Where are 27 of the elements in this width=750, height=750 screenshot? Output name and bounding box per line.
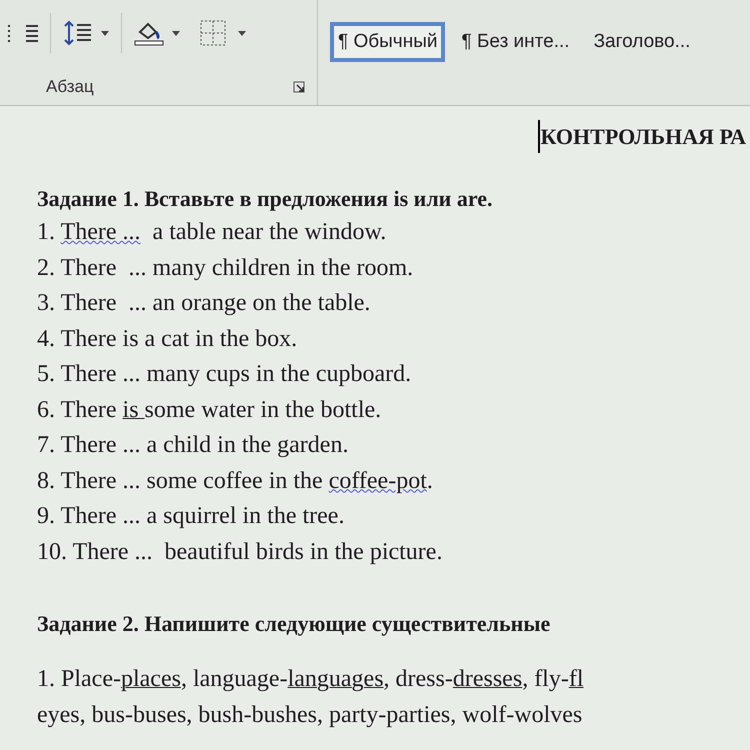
style-gallery-item[interactable]: ¶ Обычный [330,22,446,62]
caret-icon[interactable] [172,30,180,36]
exercise-line: 1. Place-places, language-languages, dress-dresses, fly-fl [37,665,585,694]
group-label: Абзац [46,76,94,98]
exercise-line: eyes, bus-buses, bush-bushes, party-parties, wolf-wolves [37,700,584,730]
exercise-line: 8. There ... some coffee in the coffee-pot. [37,466,434,496]
exercise-line: 1. There ... a table near the window. [37,218,388,247]
paint-bucket-icon[interactable] [134,20,164,46]
caret-icon[interactable] [238,30,246,36]
exercise-line: 3. There ... an orange on the table. [37,289,372,318]
exercise-line: 4. There is a cat in the box. [37,324,298,354]
exercise-line: 10. There ... beautiful birds in the picture. [37,538,444,566]
document-title: КОНТРОЛЬНАЯ РА [538,120,746,153]
exercise-line: 2. There ... many children in the room. [37,254,414,282]
exercise-line: 6. There is some water in the bottle. [37,396,382,424]
justify-icon[interactable] [8,24,38,42]
task-heading: Задание 2. Напишите следующие существительные [37,610,552,638]
exercise-line: 7. There ... a child in the garden. [37,431,350,460]
style-gallery-item[interactable]: ¶ Без инте... [453,22,578,62]
line-spacing-icon[interactable] [63,20,93,46]
task-heading: Задание 1. Вставьте в предложения is или are. [37,185,494,213]
dialog-launcher-icon[interactable] [293,80,305,93]
borders-icon[interactable] [200,20,226,46]
caret-icon[interactable] [101,30,109,36]
style-gallery-item[interactable]: Заголово... [586,22,698,62]
exercise-line: 9. There ... a squirrel in the tree. [37,502,346,531]
exercise-line: 5. There ... many cups in the cupboard. [37,360,412,389]
